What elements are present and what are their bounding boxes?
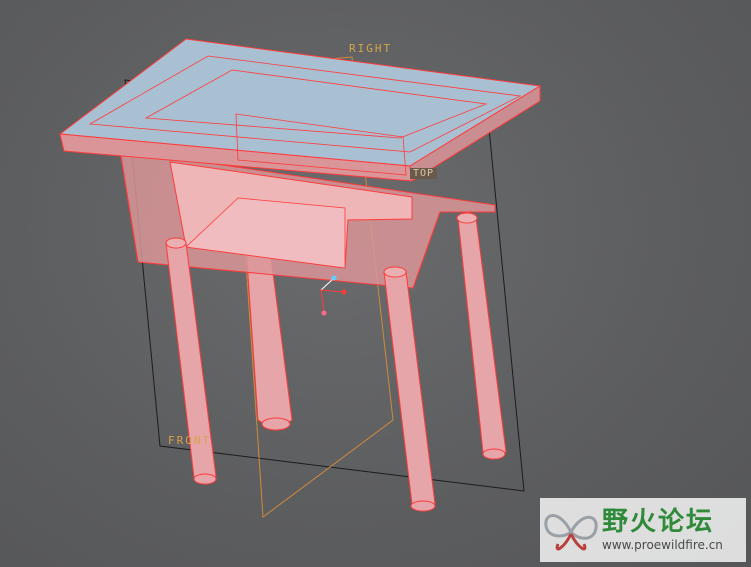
leg-back-right[interactable] — [456, 212, 507, 460]
3d-viewport[interactable]: RIGHT FRONT TOP 野火论坛 www.proewildfire.cn — [0, 0, 751, 567]
site-watermark: 野火论坛 www.proewildfire.cn — [540, 498, 746, 562]
watermark-url: www.proewildfire.cn — [602, 538, 723, 552]
z-axis — [321, 310, 327, 316]
top-datum-label[interactable]: TOP — [410, 168, 438, 179]
front-datum-label[interactable]: FRONT — [168, 434, 211, 447]
watermark-title: 野火论坛 — [602, 507, 715, 537]
y-axis — [341, 289, 347, 295]
model-scene[interactable] — [0, 0, 751, 567]
butterfly-logo-icon — [544, 514, 598, 551]
x-axis — [331, 275, 337, 281]
right-datum-label[interactable]: RIGHT — [349, 42, 392, 55]
leg-front-left[interactable] — [165, 237, 217, 485]
